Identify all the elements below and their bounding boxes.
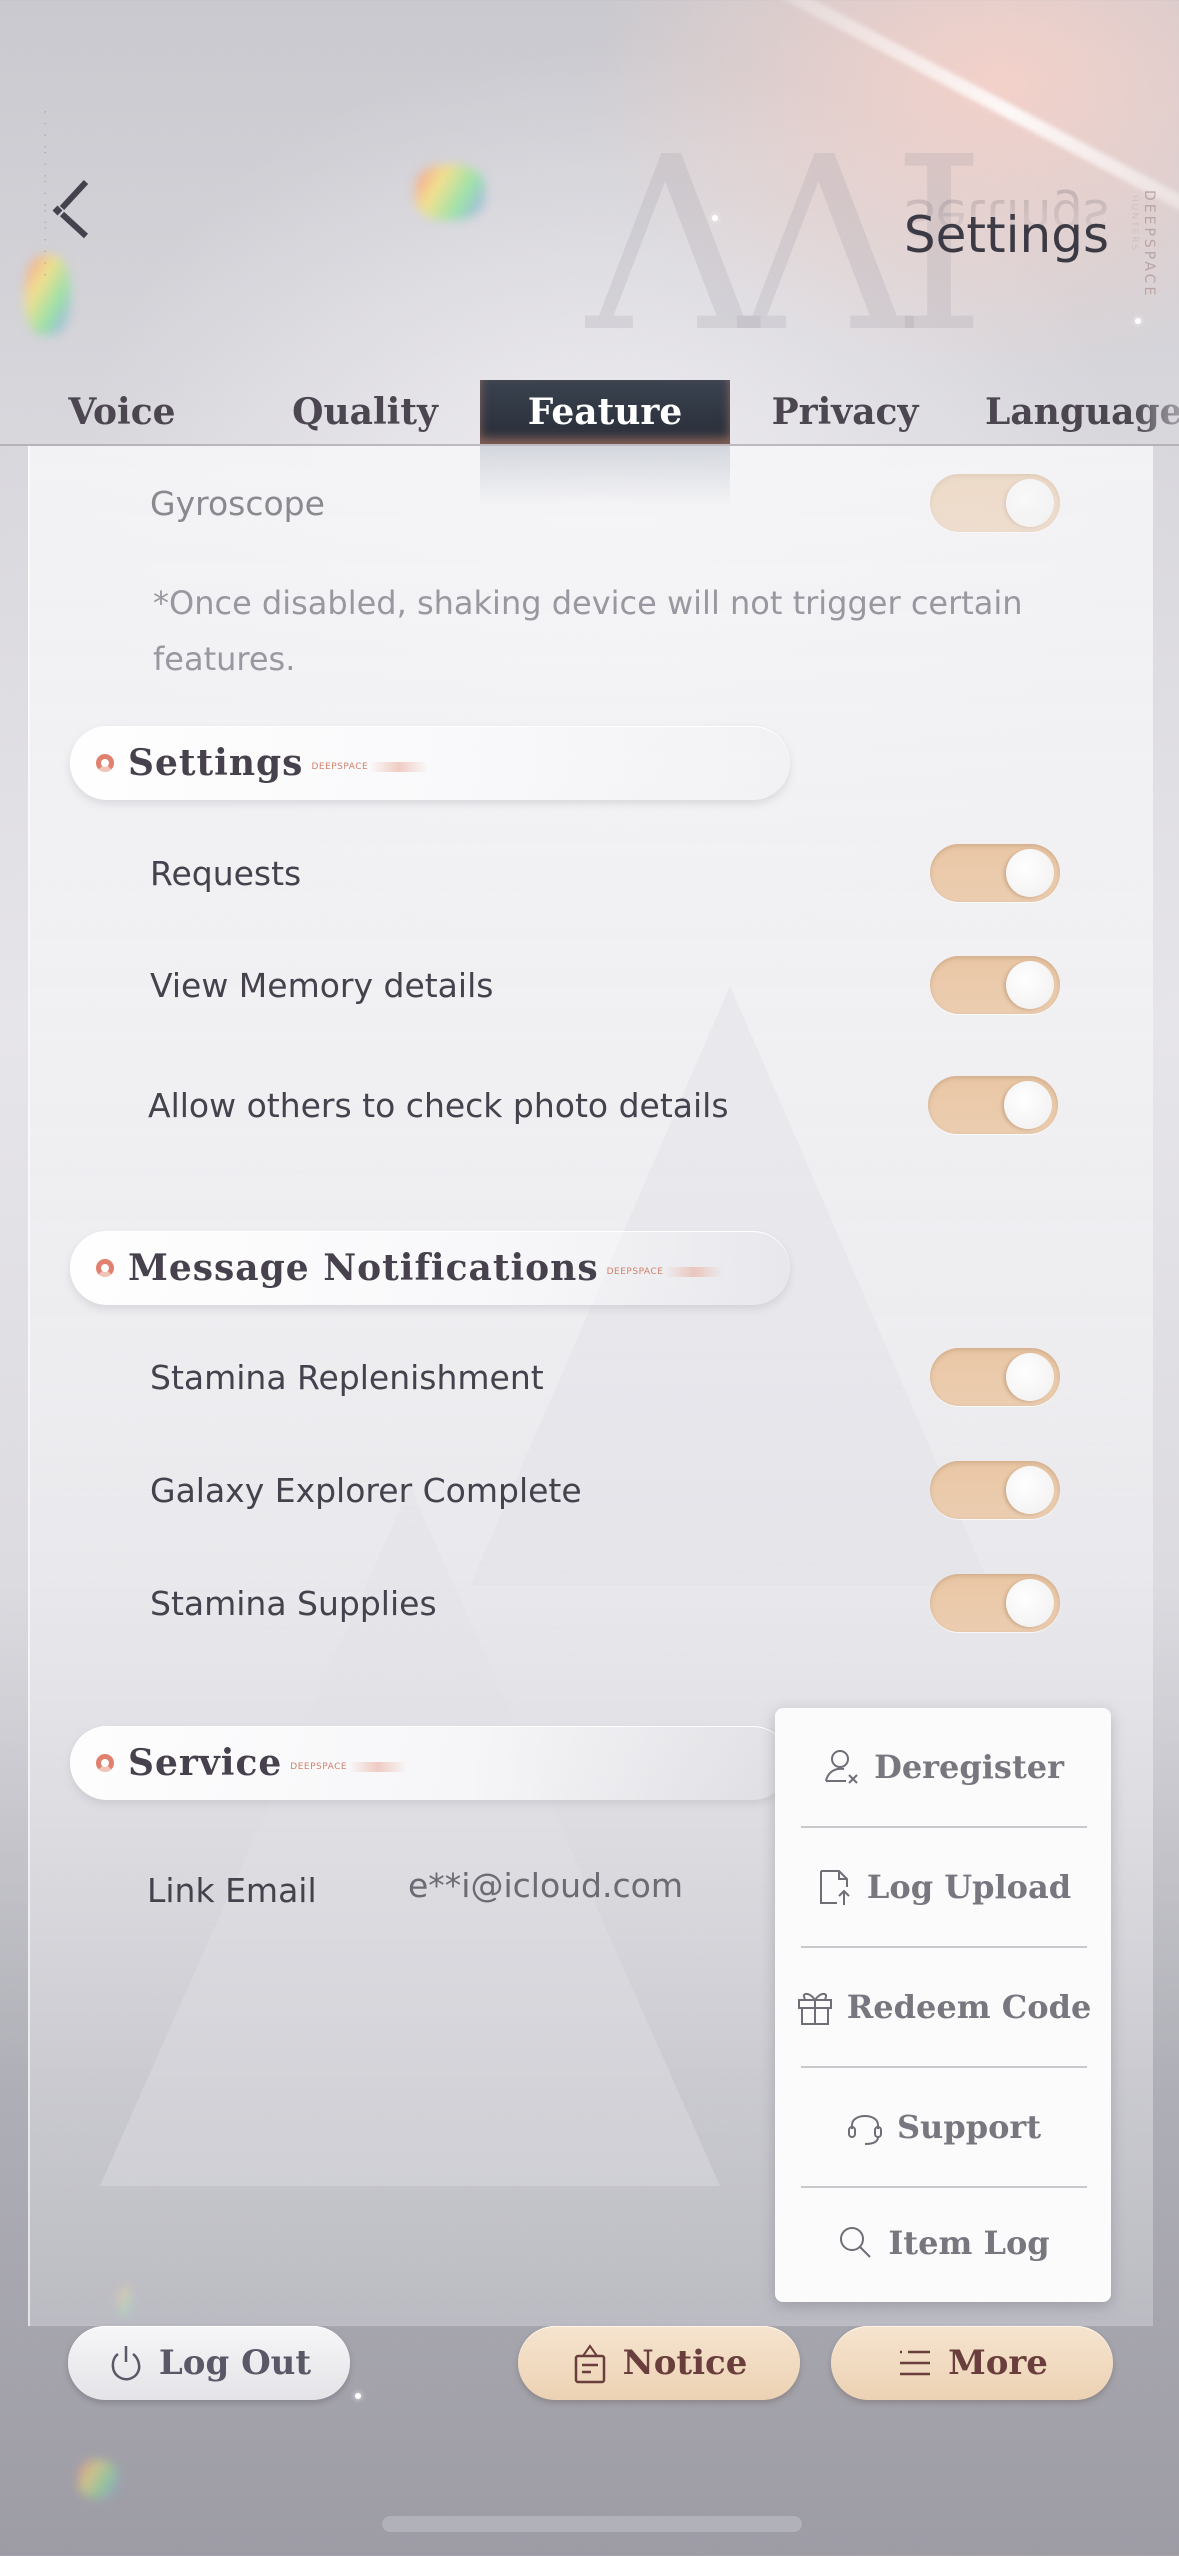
toggle-knob: [1006, 849, 1054, 897]
section-header-settings: Settings DEEPSPACE: [70, 726, 790, 800]
link-email-label: Link Email: [147, 1870, 317, 1910]
tab-language[interactable]: Language: [985, 380, 1179, 444]
section-title: Message Notifications: [128, 1247, 599, 1289]
file-upload-icon: [819, 1870, 850, 1905]
logout-button[interactable]: Log Out: [68, 2326, 350, 2400]
stamina-replenishment-toggle[interactable]: [930, 1348, 1060, 1406]
notification-row-stamina-replenishment: Stamina Replenishment: [150, 1342, 1060, 1412]
tab-feature[interactable]: Feature: [480, 380, 730, 444]
sparkle-decoration: [355, 2393, 361, 2399]
more-label: More: [948, 2343, 1048, 2383]
view-memory-toggle[interactable]: [930, 956, 1060, 1014]
menu-item-support[interactable]: Support: [775, 2068, 1111, 2186]
gyroscope-row: Gyroscope: [150, 468, 1060, 538]
menu-item-label: Deregister: [874, 1748, 1064, 1786]
menu-item-label: Redeem Code: [846, 1988, 1092, 2026]
tab-privacy[interactable]: Privacy: [765, 380, 925, 444]
toggle-knob: [1006, 961, 1054, 1009]
photo-details-toggle[interactable]: [928, 1076, 1058, 1134]
search-icon: [840, 2227, 872, 2258]
menu-item-label: Support: [896, 2108, 1042, 2146]
tab-quality[interactable]: Quality: [285, 380, 445, 444]
section-title: Settings: [128, 742, 304, 784]
notice-label: Notice: [622, 2343, 748, 2383]
notification-label: Stamina Supplies: [150, 1583, 437, 1623]
notice-button[interactable]: Notice: [518, 2326, 800, 2400]
menu-lines-icon: [900, 2350, 931, 2376]
prism-light-decoration: [415, 165, 485, 220]
setting-label: Allow others to check photo details: [148, 1085, 729, 1125]
back-button[interactable]: [48, 178, 98, 244]
section-tag: DEEPSPACE: [311, 762, 429, 772]
toggle-knob: [1006, 1466, 1054, 1514]
setting-row-photo-details: Allow others to check photo details: [148, 1070, 1058, 1140]
toggle-knob: [1006, 1579, 1054, 1627]
tab-voice[interactable]: Voice: [62, 380, 182, 444]
gyroscope-toggle[interactable]: [930, 474, 1060, 532]
prism-light-decoration: [78, 2460, 118, 2498]
notification-row-galaxy-explorer: Galaxy Explorer Complete: [150, 1455, 1060, 1525]
toggle-knob: [1006, 1353, 1054, 1401]
back-chevron-icon: [52, 179, 89, 239]
gyroscope-note: *Once disabled, shaking device will not …: [153, 584, 1023, 678]
link-email-value: e**i@icloud.com: [408, 1866, 683, 1905]
user-remove-icon: [825, 1750, 858, 1784]
setting-label: Requests: [150, 853, 302, 893]
notification-label: Stamina Replenishment: [150, 1357, 544, 1397]
toggle-knob: [1006, 479, 1054, 527]
sparkle-decoration: [712, 215, 718, 221]
section-ring-icon: [96, 754, 114, 772]
more-menu: Deregister Log Upload Redeem Code Suppor…: [775, 1708, 1111, 2302]
toggle-knob: [1004, 1081, 1052, 1129]
logout-label: Log Out: [158, 2343, 312, 2383]
menu-item-redeem-code[interactable]: Redeem Code: [775, 1948, 1111, 2066]
section-title: Service: [128, 1742, 283, 1784]
menu-item-label: Log Upload: [866, 1868, 1072, 1906]
section-header-service: Service DEEPSPACE: [70, 1726, 790, 1800]
section-ring-icon: [96, 1754, 114, 1772]
brand-label: DEEPSPACE: [1141, 190, 1157, 299]
section-tag: DEEPSPACE: [290, 1762, 408, 1772]
headset-icon: [847, 2115, 882, 2145]
setting-row-requests: Requests: [150, 838, 1060, 908]
notice-board-icon: [574, 2344, 605, 2384]
more-button[interactable]: More: [831, 2326, 1113, 2400]
gyroscope-label: Gyroscope: [150, 483, 325, 523]
menu-item-log-upload[interactable]: Log Upload: [775, 1828, 1111, 1946]
menu-item-item-log[interactable]: Item Log: [775, 2184, 1111, 2302]
notification-row-stamina-supplies: Stamina Supplies: [150, 1568, 1060, 1638]
section-header-notifications: Message Notifications DEEPSPACE: [70, 1231, 790, 1305]
requests-toggle[interactable]: [930, 844, 1060, 902]
setting-row-view-memory: View Memory details: [150, 950, 1060, 1020]
power-icon: [111, 2346, 141, 2381]
notification-label: Galaxy Explorer Complete: [150, 1470, 582, 1510]
gift-icon: [797, 1992, 832, 2025]
home-indicator[interactable]: [382, 2516, 802, 2532]
sparkle-decoration: [1135, 318, 1141, 324]
section-tag: DEEPSPACE: [606, 1267, 724, 1277]
brand-sublabel: HUNTERS: [1129, 195, 1139, 253]
section-ring-icon: [96, 1259, 114, 1277]
menu-item-deregister[interactable]: Deregister: [775, 1708, 1111, 1826]
galaxy-explorer-toggle[interactable]: [930, 1461, 1060, 1519]
tab-bar: Voice Quality Feature Privacy Language: [0, 380, 1179, 446]
stamina-supplies-toggle[interactable]: [930, 1574, 1060, 1632]
page-title: Settings: [903, 206, 1109, 264]
menu-item-label: Item Log: [888, 2224, 1050, 2262]
setting-label: View Memory details: [150, 965, 494, 1005]
